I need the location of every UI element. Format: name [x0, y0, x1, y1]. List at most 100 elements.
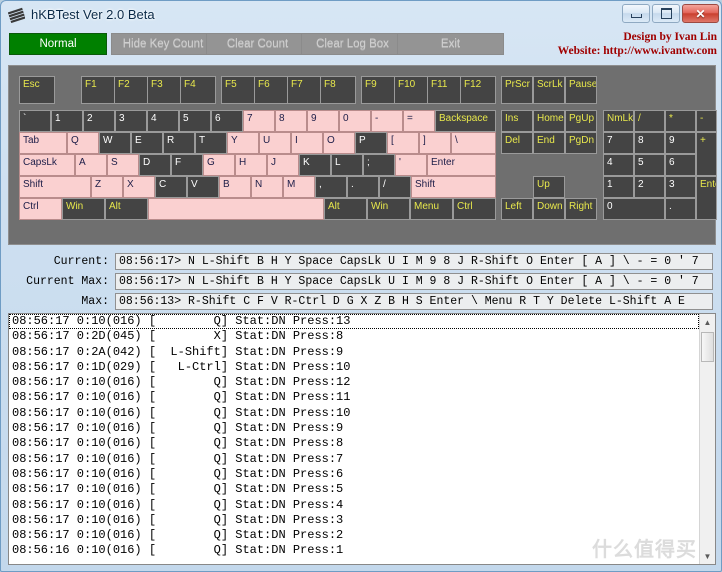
key-3[interactable]: 3 — [115, 110, 147, 132]
key-shift[interactable]: Shift — [411, 176, 496, 198]
log-line[interactable]: 08:56:17 0:10(016) [ Q] Stat:DN Press:6 — [9, 467, 699, 482]
key-ins[interactable]: Ins — [501, 110, 533, 132]
key-7[interactable]: 7 — [603, 132, 634, 154]
key-g[interactable]: G — [203, 154, 235, 176]
key-a[interactable]: A — [75, 154, 107, 176]
log-line[interactable]: 08:56:17 0:10(016) [ Q] Stat:DN Press:3 — [9, 513, 699, 528]
key-ctrl[interactable]: Ctrl — [453, 198, 496, 220]
key-del[interactable]: Del — [501, 132, 533, 154]
exit-button[interactable]: Exit — [397, 33, 504, 55]
key-f5[interactable]: F5 — [221, 76, 257, 104]
key-f2[interactable]: F2 — [114, 76, 150, 104]
key-space[interactable]: [ — [387, 132, 419, 154]
key-left[interactable]: Left — [501, 198, 533, 220]
key-space[interactable]: ` — [19, 110, 51, 132]
key-f8[interactable]: F8 — [320, 76, 356, 104]
log-line[interactable]: 08:56:17 0:10(016) [ Q] Stat:DN Press:10 — [9, 406, 699, 421]
key-enter[interactable]: Enter — [696, 176, 717, 220]
log-line[interactable]: 08:56:17 0:10(016) [ Q] Stat:DN Press:11 — [9, 390, 699, 405]
key-f11[interactable]: F11 — [427, 76, 463, 104]
key-w[interactable]: W — [99, 132, 131, 154]
key-scrlk[interactable]: ScrLk — [533, 76, 565, 104]
key-space[interactable]: = — [403, 110, 435, 132]
key-x[interactable]: X — [123, 176, 155, 198]
log-line[interactable]: 08:56:17 0:1D(029) [ L-Ctrl] Stat:DN Pre… — [9, 360, 699, 375]
maximize-button[interactable] — [652, 4, 680, 23]
key-home[interactable]: Home — [533, 110, 565, 132]
key-c[interactable]: C — [155, 176, 187, 198]
key-8[interactable]: 8 — [275, 110, 307, 132]
key-space[interactable]: , — [315, 176, 347, 198]
key-space[interactable]: / — [379, 176, 411, 198]
key-end[interactable]: End — [533, 132, 565, 154]
key-z[interactable]: Z — [91, 176, 123, 198]
log-line[interactable]: 08:56:17 0:10(016) [ Q] Stat:DN Press:7 — [9, 452, 699, 467]
key-right[interactable]: Right — [565, 198, 597, 220]
log-box[interactable]: 08:56:17 0:10(016) [ Q] Stat:DN Press:13… — [8, 313, 716, 565]
key-i[interactable]: I — [291, 132, 323, 154]
key-8[interactable]: 8 — [634, 132, 665, 154]
log-line[interactable]: 08:56:17 0:10(016) [ Q] Stat:DN Press:8 — [9, 436, 699, 451]
key-up[interactable]: Up — [533, 176, 565, 198]
close-button[interactable]: ✕ — [682, 4, 719, 23]
key-4[interactable]: 4 — [147, 110, 179, 132]
key-ctrl[interactable]: Ctrl — [19, 198, 62, 220]
key-0[interactable]: 0 — [603, 198, 665, 220]
key-q[interactable]: Q — [67, 132, 99, 154]
hide-key-count-button[interactable]: Hide Key Count — [111, 33, 215, 55]
key-esc[interactable]: Esc — [19, 76, 55, 104]
current-value[interactable]: 08:56:17> N L-Shift B H Y Space CapsLk U… — [115, 253, 713, 270]
key-r[interactable]: R — [163, 132, 195, 154]
key-m[interactable]: M — [283, 176, 315, 198]
key-f9[interactable]: F9 — [361, 76, 397, 104]
key-6[interactable]: 6 — [211, 110, 243, 132]
minimize-button[interactable] — [622, 4, 650, 23]
key-f12[interactable]: F12 — [460, 76, 496, 104]
key-pgdn[interactable]: PgDn — [565, 132, 597, 154]
key-alt[interactable]: Alt — [105, 198, 148, 220]
max-value[interactable]: 08:56:13> R-Shift C F V R-Ctrl D G X Z B… — [115, 293, 713, 310]
log-line[interactable]: 08:56:17 0:10(016) [ Q] Stat:DN Press:12 — [9, 375, 699, 390]
log-line[interactable]: 08:56:17 0:10(016) [ Q] Stat:DN Press:9 — [9, 421, 699, 436]
key-pgup[interactable]: PgUp — [565, 110, 597, 132]
key-k[interactable]: K — [299, 154, 331, 176]
key-alt[interactable]: Alt — [324, 198, 367, 220]
log-line[interactable]: 08:56:16 0:10(016) [ Q] Stat:DN Press:1 — [9, 543, 699, 558]
key-space[interactable]: . — [347, 176, 379, 198]
clear-count-button[interactable]: Clear Count — [206, 33, 309, 55]
key-t[interactable]: T — [195, 132, 227, 154]
key-win[interactable]: Win — [62, 198, 105, 220]
key-5[interactable]: 5 — [179, 110, 211, 132]
key-o[interactable]: O — [323, 132, 355, 154]
key-backspace[interactable]: Backspace — [435, 110, 496, 132]
key-enter[interactable]: Enter — [427, 154, 496, 176]
current-max-value[interactable]: 08:56:17> N L-Shift B H Y Space CapsLk U… — [115, 273, 713, 290]
clear-log-box-button[interactable]: Clear Log Box — [301, 33, 404, 55]
key-pause[interactable]: Pause — [565, 76, 597, 104]
key-space[interactable]: - — [696, 110, 717, 132]
key-space[interactable]: ] — [419, 132, 451, 154]
key-win[interactable]: Win — [367, 198, 410, 220]
key-space[interactable]: ' — [395, 154, 427, 176]
log-line[interactable]: 08:56:17 0:10(016) [ Q] Stat:DN Press:2 — [9, 528, 699, 543]
key-space[interactable]: - — [371, 110, 403, 132]
key-f3[interactable]: F3 — [147, 76, 183, 104]
key-space[interactable]: . — [665, 198, 696, 220]
key-9[interactable]: 9 — [307, 110, 339, 132]
key-v[interactable]: V — [187, 176, 219, 198]
key-f10[interactable]: F10 — [394, 76, 430, 104]
key-6[interactable]: 6 — [665, 154, 696, 176]
key-j[interactable]: J — [267, 154, 299, 176]
key-space[interactable] — [148, 198, 324, 220]
key-f1[interactable]: F1 — [81, 76, 117, 104]
key-1[interactable]: 1 — [51, 110, 83, 132]
key-h[interactable]: H — [235, 154, 267, 176]
key-l[interactable]: L — [331, 154, 363, 176]
key-prscr[interactable]: PrScr — [501, 76, 533, 104]
log-line[interactable]: 08:56:17 0:10(016) [ Q] Stat:DN Press:13 — [9, 314, 699, 330]
scroll-down-icon[interactable]: ▼ — [700, 548, 715, 564]
key-4[interactable]: 4 — [603, 154, 634, 176]
log-line[interactable]: 08:56:17 0:2A(042) [ L-Shift] Stat:DN Pr… — [9, 345, 699, 360]
log-line[interactable]: 08:56:17 0:10(016) [ Q] Stat:DN Press:5 — [9, 482, 699, 497]
key-d[interactable]: D — [139, 154, 171, 176]
